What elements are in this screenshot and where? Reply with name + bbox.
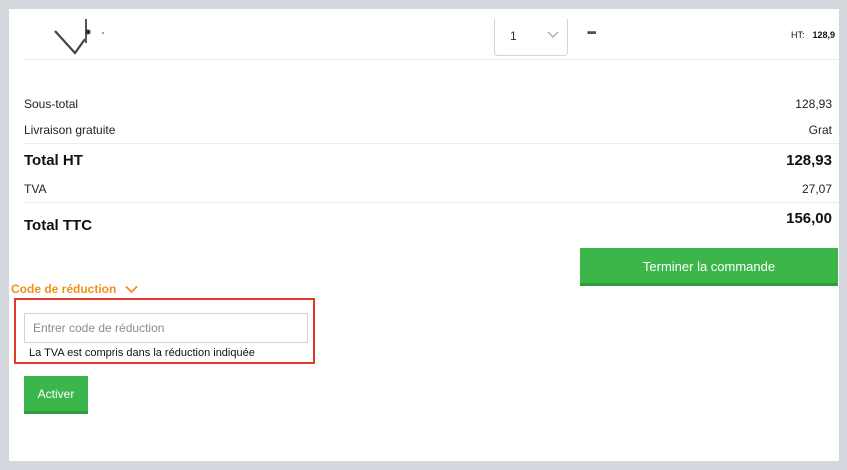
- divider: [24, 202, 839, 203]
- tva-label: TVA: [24, 182, 47, 196]
- discount-code-toggle[interactable]: Code de réduction: [11, 282, 138, 296]
- line-ht-label: HT:: [791, 30, 805, 40]
- cart-panel: 1 ▪▪▪ HT: 128,9 Sous-total 128,93 Livrais…: [9, 9, 839, 461]
- quantity-select[interactable]: 1: [494, 19, 568, 56]
- discount-code-input[interactable]: [24, 313, 308, 343]
- product-thumbnail-icon: [54, 19, 104, 55]
- total-ttc-value: 156,00: [786, 210, 832, 227]
- total-ht-value: 128,93: [786, 152, 832, 169]
- subtotal-value: 128,93: [795, 97, 832, 111]
- quantity-value: 1: [510, 29, 517, 43]
- divider: [24, 59, 839, 60]
- chevron-down-icon: [125, 285, 138, 293]
- activate-button[interactable]: Activer: [24, 376, 88, 414]
- line-ht-value: 128,9: [812, 30, 836, 40]
- divider: [24, 143, 839, 144]
- delete-icon[interactable]: ▪▪▪: [587, 27, 597, 39]
- chevron-down-icon: [547, 31, 559, 38]
- shipping-label: Livraison gratuite: [24, 123, 116, 137]
- discount-note: La TVA est compris dans la réduction ind…: [29, 347, 255, 359]
- shipping-value: Grat: [808, 123, 832, 137]
- total-ttc-label: Total TTC: [24, 217, 93, 234]
- line-ht-price: HT: 128,9: [791, 30, 835, 40]
- tva-value: 27,07: [801, 182, 832, 196]
- subtotal-label: Sous-total: [24, 97, 79, 111]
- total-ht-label: Total HT: [24, 152, 83, 169]
- discount-code-toggle-label: Code de réduction: [11, 282, 117, 296]
- checkout-button[interactable]: Terminer la commande: [580, 248, 838, 286]
